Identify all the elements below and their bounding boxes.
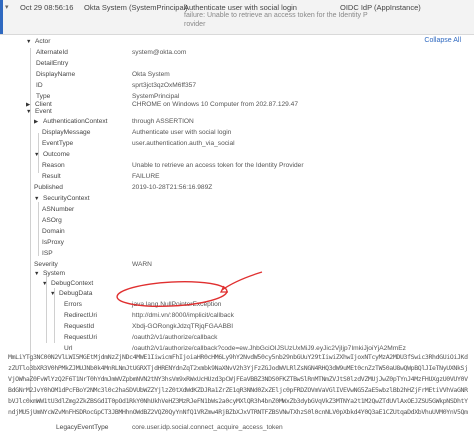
row-as-org: ASOrg [42,217,62,224]
row-published: Published 2019-10-28T21:56:16.989Z [34,184,213,191]
collapse-all-link[interactable]: Collapse All [424,37,461,44]
row-alternate-id: AlternateId system@okta.com [36,49,187,56]
row-severity: Severity WARN [34,261,152,268]
row-display-name: DisplayName Okta System [36,71,170,78]
node-client[interactable]: ▶ Client CHROME on Windows 10 Computer fro… [0,99,474,110]
row-detail-entry: DetailEntry [36,60,69,67]
selection-indicator [0,0,3,34]
row-request-id: RequestId Xbdj-GORongkJdzqTRjqFGAABBI [64,323,234,330]
event-outcome-reason-cont: rovider [184,20,206,28]
errors-value: java.lang.NullPointerException [132,301,222,308]
row-display-message: DisplayMessage Authenticate user with soc… [42,129,232,136]
row-event-type: EventType user.authentication.auth_via_so… [42,140,235,147]
row-id: ID sprt3jct3qzOxM6ff357 [36,82,197,89]
row-redirect-uri: RedirectUri http://dmi.vn/:8000/implicit/… [64,312,234,319]
annotation-arrow-head [219,285,228,293]
url-value-continuation: MmLiYTg3NC00N2VlLWI5MGEtMjdmNzZjNDc4MWE1… [8,353,468,420]
node-outcome[interactable]: ▼ Outcome [34,149,70,160]
row-result: Result FAILURE [42,173,160,180]
expand-triangle-icon: ▼ [42,281,48,287]
row-request-uri: RequestUri/oauth2/v1/authorize/callback [64,334,218,341]
row-isp: ISP [42,250,53,257]
expand-triangle-icon: ▼ [34,271,40,277]
event-actor: Okta System (SystemPrincipal) [84,3,188,12]
row-legacy-event-type: LegacyEventType core.user.idp.social.conn… [56,424,283,431]
event-target: OIDC IdP (AppInstance) [340,3,421,12]
event-time: Oct 29 08:56:16 [20,3,74,12]
collapse-row-icon[interactable]: ▾ [5,3,9,11]
row-reason: Reason Unable to retrieve an access token… [42,162,304,169]
event-outcome-reason: failure: Unable to retrieve an access to… [184,12,368,19]
event-detail-tree: Collapse All ▼ Actor AlternateId system@ok… [0,34,474,438]
node-debug-data[interactable]: ▼ DebugData [50,288,92,299]
row-domain: Domain [42,228,65,235]
row-errors: Errors java.lang.NullPointerException [64,301,222,308]
node-authentication-context[interactable]: ▶ AuthenticationContext through ASSERTION [0,116,474,127]
node-actor[interactable]: ▼ Actor [26,36,50,47]
node-security-context[interactable]: ▼ SecurityContext [34,193,90,204]
row-as-number: ASNumber [42,206,75,213]
row-is-proxy: IsProxy [42,239,64,246]
annotation-arrow-line [221,271,263,291]
event-header-row[interactable]: ▾ Oct 29 08:56:16 Okta System (SystemPri… [0,0,474,35]
